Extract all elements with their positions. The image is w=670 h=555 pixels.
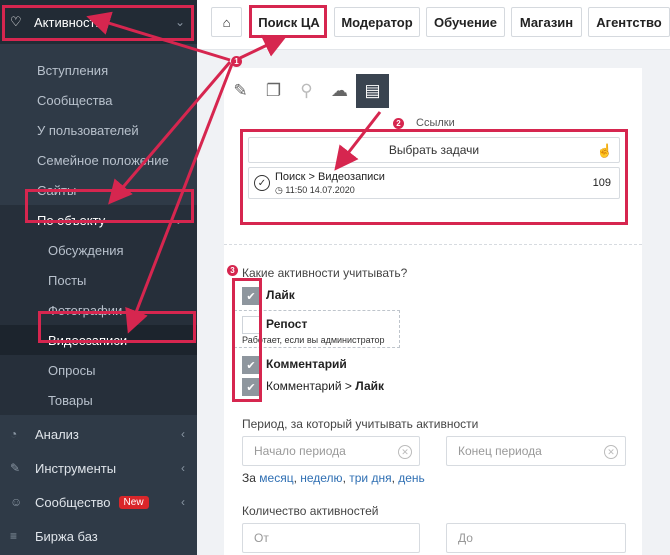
tab-shop[interactable]: Магазин — [511, 7, 582, 37]
count-to-input[interactable]: До — [446, 523, 626, 553]
comment-label: Комментарий — [266, 357, 347, 371]
period-end-input[interactable]: Конец периода ✕ — [446, 436, 626, 466]
chevron-left-icon: ‹ — [181, 427, 185, 441]
new-badge: New — [118, 495, 149, 509]
tab-moderator[interactable]: Модератор — [334, 7, 420, 37]
location-tool[interactable]: ⚲ — [290, 74, 323, 108]
sidebar-item-tools[interactable]: ✎ Инструменты ‹ — [0, 451, 197, 485]
repost-hint: Работает, если вы администратор — [242, 335, 385, 345]
sidebar-subitem-communities[interactable]: Сообщества — [0, 85, 197, 115]
quick-period-links: За месяц, неделю, три дня, день — [242, 471, 425, 485]
tab-agency[interactable]: Агентство — [588, 7, 670, 37]
pencil-icon: ✎ — [233, 81, 248, 100]
period-start-placeholder: Начало периода — [254, 444, 346, 458]
tab-learning[interactable]: Обучение — [426, 7, 505, 37]
sidebar-item-exchange[interactable]: ≡ Биржа баз — [0, 519, 197, 553]
sidebar-item-community[interactable]: ☺ Сообщество New ‹ — [0, 485, 197, 519]
count-title: Количество активностей — [242, 504, 379, 518]
sidebar-item-label: Сообщество — [35, 494, 111, 510]
links-label: Ссылки — [416, 117, 455, 129]
annotation-marker-3: 3 — [227, 265, 238, 276]
copy-tool[interactable]: ❐ — [257, 74, 290, 108]
link-week[interactable]: неделю — [300, 471, 342, 485]
home-button[interactable]: ⌂ — [211, 7, 242, 37]
sidebar-subitem-posts[interactable]: Посты — [0, 265, 197, 295]
link-day[interactable]: день — [398, 471, 425, 485]
highlight-activity — [2, 5, 194, 41]
period-start-input[interactable]: Начало периода ✕ — [242, 436, 420, 466]
period-title: Период, за который учитывать активности — [242, 417, 479, 431]
sidebar: ♡ Активности ⌄ Вступления Сообщества У п… — [0, 0, 197, 555]
quick-prefix: За — [242, 471, 256, 485]
home-icon: ⌂ — [222, 14, 231, 30]
highlight-videos — [38, 311, 196, 343]
count-from-placeholder: От — [254, 531, 269, 545]
comment-like-prefix: Комментарий > — [266, 379, 356, 393]
pin-icon: ⚲ — [300, 81, 313, 100]
clear-icon[interactable]: ✕ — [604, 445, 618, 459]
annotation-marker-1: 1 — [231, 56, 242, 67]
highlight-tasks — [240, 129, 628, 225]
link-three-days[interactable]: три дня — [349, 471, 391, 485]
sidebar-item-label: Инструменты — [35, 460, 117, 476]
clock-icon: ◔ — [10, 427, 18, 441]
activities-question: Какие активности учитывать? — [242, 266, 408, 280]
documents-icon: ❐ — [265, 81, 282, 100]
upload-tool[interactable]: ☁ — [323, 74, 356, 108]
repost-label: Репост — [266, 317, 308, 331]
highlight-by-object — [25, 189, 194, 223]
count-from-input[interactable]: От — [242, 523, 420, 553]
chevron-left-icon: ‹ — [181, 495, 185, 509]
source-toolbar: ✎ ❐ ⚲ ☁ ▤ — [224, 74, 389, 108]
users-icon: ☺ — [10, 495, 23, 509]
link-month[interactable]: месяц — [259, 471, 293, 485]
like-label: Лайк — [266, 288, 295, 302]
cloud-upload-icon: ☁ — [331, 81, 348, 100]
wrench-icon: ✎ — [10, 461, 21, 475]
sidebar-subitem-discussions[interactable]: Обсуждения — [0, 235, 197, 265]
divider — [224, 244, 642, 245]
book-icon: ▤ — [364, 81, 381, 100]
sidebar-item-analysis[interactable]: ◔ Анализ ‹ — [0, 417, 197, 451]
count-to-placeholder: До — [458, 531, 473, 545]
sidebar-item-label: Биржа баз — [35, 528, 98, 544]
period-end-placeholder: Конец периода — [458, 444, 542, 458]
tasks-tool[interactable]: ▤ — [356, 74, 389, 108]
comment-like-label: Комментарий > Лайк — [266, 379, 384, 393]
highlight-search-tab — [249, 5, 327, 38]
sidebar-subitem-family[interactable]: Семейное положение — [0, 145, 197, 175]
list-icon: ≡ — [10, 529, 18, 543]
sidebar-subitem-joins[interactable]: Вступления — [0, 55, 197, 85]
sidebar-subitem-goods[interactable]: Товары — [0, 385, 197, 415]
sidebar-item-label: Анализ — [35, 426, 79, 442]
annotation-marker-2: 2 — [393, 118, 404, 129]
chevron-left-icon: ‹ — [181, 461, 185, 475]
sidebar-subitem-polls[interactable]: Опросы — [0, 355, 197, 385]
comment-like-bold: Лайк — [355, 379, 385, 393]
sidebar-subitem-user[interactable]: У пользователей — [0, 115, 197, 145]
highlight-checkboxes — [232, 278, 262, 402]
edit-tool[interactable]: ✎ — [224, 74, 257, 108]
clear-icon[interactable]: ✕ — [398, 445, 412, 459]
